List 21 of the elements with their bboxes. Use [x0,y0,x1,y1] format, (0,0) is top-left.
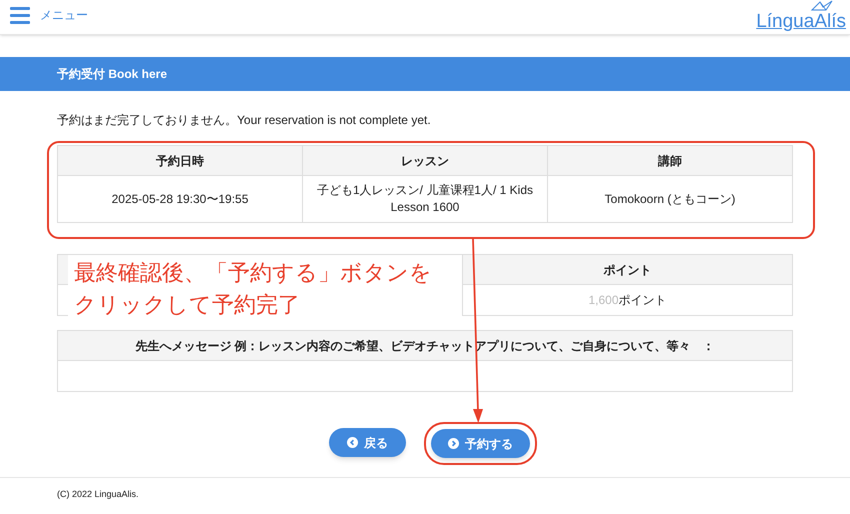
table-cell: 子ども1人レッスン/ 儿童课程1人/ 1 Kids Lesson 1600 [302,176,548,222]
menu-icon[interactable] [10,6,30,24]
reserve-button[interactable]: 予約する [431,429,530,458]
annotation-text: クリックして予約完了 [74,291,301,319]
table-header-cell: 予約日時 [58,146,302,176]
back-button[interactable]: 戻る [329,428,406,457]
menu-label[interactable]: メニュー [40,6,88,24]
table-header-cell: ポイント [462,254,792,284]
footer-text: (C) 2022 LinguaAlis. [56,488,140,501]
notice-text: 予約はまだ完了しておりません。Your reservation is not complete yet. [56,112,432,129]
bird-icon [810,0,834,12]
table-cell: 2025-05-28 19:30〜19:55 [58,176,302,222]
table-header-cell: 講師 [548,146,792,176]
annotation-text: 最終確認後、「予約する」ボタンを [74,259,433,287]
table-cell: Tomokoorn (ともコーン) [548,176,792,222]
title-bar: 予約受付 Book here [0,57,850,91]
table-header-cell: レッスン [302,146,548,176]
table-cell: 1,600ポイント [462,284,792,316]
chevron-right-icon [448,438,459,449]
logo-link[interactable]: LínguaAlís [756,12,846,32]
chevron-left-icon [347,437,358,448]
